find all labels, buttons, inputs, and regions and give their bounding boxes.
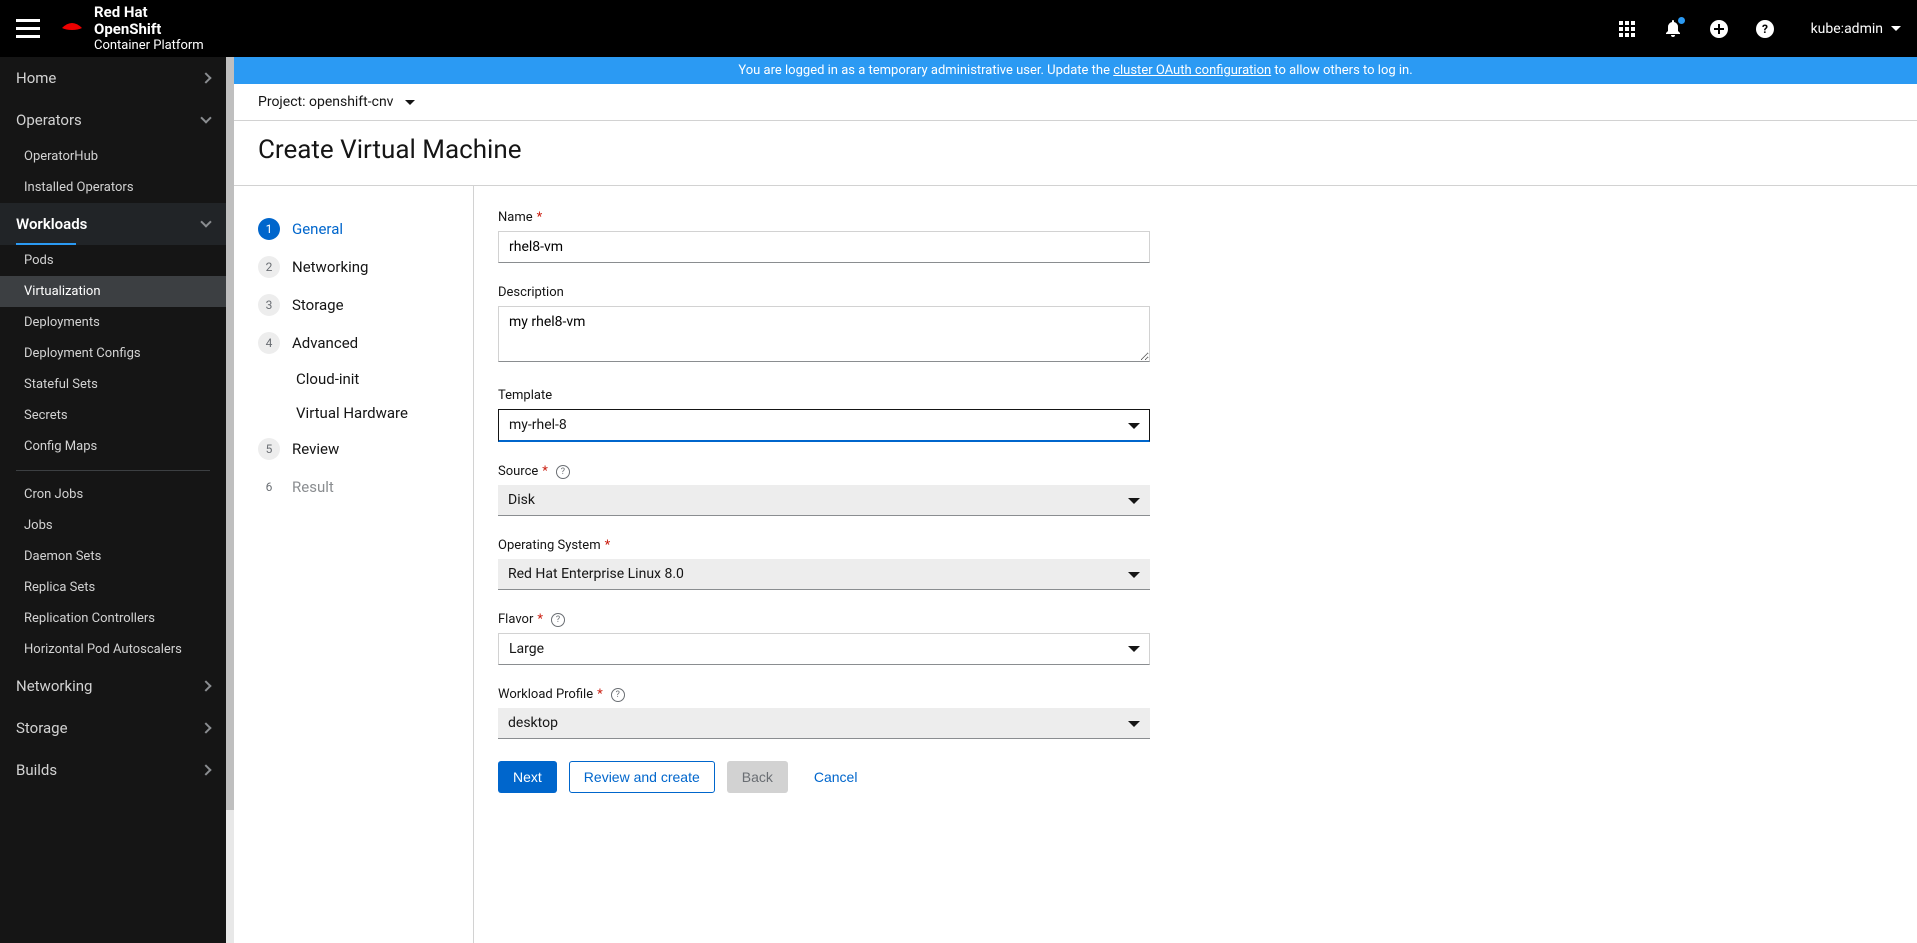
wizard-step-general[interactable]: 1 General <box>258 210 449 248</box>
user-name: kube:admin <box>1811 21 1883 37</box>
wizard-step-advanced[interactable]: 4 Advanced <box>258 324 449 362</box>
login-banner: You are logged in as a temporary adminis… <box>234 57 1917 84</box>
sidebar-item-deployments[interactable]: Deployments <box>0 307 226 338</box>
flavor-label: Flavor <box>498 612 533 627</box>
sidebar-item-cron-jobs[interactable]: Cron Jobs <box>0 479 226 510</box>
help-icon[interactable]: ? <box>611 688 625 702</box>
name-label: Name <box>498 210 533 225</box>
sidebar-item-replica-sets[interactable]: Replica Sets <box>0 572 226 603</box>
wizard-step-networking[interactable]: 2 Networking <box>258 248 449 286</box>
chevron-down-icon <box>1891 26 1901 31</box>
wizard-step-review[interactable]: 5 Review <box>258 430 449 468</box>
next-button[interactable]: Next <box>498 761 557 793</box>
sidebar-item-jobs[interactable]: Jobs <box>0 510 226 541</box>
template-select[interactable]: my-rhel-8 <box>498 409 1150 442</box>
wizard-step-result: 6 Result <box>258 468 449 506</box>
chevron-right-icon <box>200 722 211 733</box>
description-textarea[interactable] <box>498 306 1150 362</box>
sidebar: Home Operators OperatorHub Installed Ope… <box>0 57 226 943</box>
svg-text:?: ? <box>1762 22 1768 36</box>
sidebar-section-storage[interactable]: Storage <box>0 707 226 749</box>
cancel-button[interactable]: Cancel <box>800 762 872 792</box>
sidebar-item-config-maps[interactable]: Config Maps <box>0 431 226 462</box>
workload-label: Workload Profile <box>498 687 593 702</box>
wizard-nav: 1 General 2 Networking 3 Storage 4 Advan… <box>234 186 474 943</box>
main-content: You are logged in as a temporary adminis… <box>234 57 1917 943</box>
sidebar-item-hpa[interactable]: Horizontal Pod Autoscalers <box>0 634 226 665</box>
sidebar-section-networking[interactable]: Networking <box>0 665 226 707</box>
chevron-right-icon <box>200 680 211 691</box>
sidebar-section-operators[interactable]: Operators <box>0 99 226 141</box>
os-label: Operating System <box>498 538 601 553</box>
sidebar-divider <box>16 470 210 471</box>
sidebar-item-deployment-configs[interactable]: Deployment Configs <box>0 338 226 369</box>
user-menu[interactable]: kube:admin <box>1811 21 1901 37</box>
page-title: Create Virtual Machine <box>234 121 1917 186</box>
source-select[interactable]: Disk <box>498 485 1150 516</box>
chevron-right-icon <box>200 72 211 83</box>
help-icon[interactable]: ? <box>1755 19 1775 39</box>
description-label: Description <box>498 285 564 300</box>
chevron-right-icon <box>200 764 211 775</box>
brand-line3: Container Platform <box>94 39 204 53</box>
wizard-substep-virtual-hardware[interactable]: Virtual Hardware <box>258 396 449 430</box>
chevron-down-icon <box>200 112 211 123</box>
help-icon[interactable]: ? <box>556 465 570 479</box>
project-selector[interactable]: Project: openshift-cnv <box>234 84 1917 121</box>
sidebar-item-installed-operators[interactable]: Installed Operators <box>0 172 226 203</box>
sidebar-section-workloads[interactable]: Workloads <box>0 203 226 245</box>
sidebar-item-replication-controllers[interactable]: Replication Controllers <box>0 603 226 634</box>
sidebar-item-operatorhub[interactable]: OperatorHub <box>0 141 226 172</box>
hamburger-menu-button[interactable] <box>16 17 40 41</box>
template-label: Template <box>498 388 552 403</box>
chevron-down-icon <box>200 216 211 227</box>
wizard-substep-cloud-init[interactable]: Cloud-init <box>258 362 449 396</box>
brand-logo[interactable]: Red Hat OpenShift Container Platform <box>58 4 204 53</box>
sidebar-section-home[interactable]: Home <box>0 57 226 99</box>
back-button: Back <box>727 761 788 793</box>
os-select[interactable]: Red Hat Enterprise Linux 8.0 <box>498 559 1150 590</box>
notification-dot <box>1678 17 1685 24</box>
workload-select[interactable]: desktop <box>498 708 1150 739</box>
sidebar-section-builds[interactable]: Builds <box>0 749 226 791</box>
sidebar-scrollbar[interactable] <box>226 57 234 943</box>
flavor-select[interactable]: Large <box>498 633 1150 665</box>
source-label: Source <box>498 464 538 479</box>
brand-line2: OpenShift <box>94 20 161 38</box>
name-input[interactable] <box>498 231 1150 263</box>
oauth-config-link[interactable]: cluster OAuth configuration <box>1113 63 1271 78</box>
redhat-icon <box>58 18 86 38</box>
notifications-icon[interactable] <box>1663 19 1683 39</box>
sidebar-item-daemon-sets[interactable]: Daemon Sets <box>0 541 226 572</box>
sidebar-item-virtualization[interactable]: Virtualization <box>0 276 226 307</box>
add-icon[interactable] <box>1709 19 1729 39</box>
apps-grid-icon[interactable] <box>1617 19 1637 39</box>
help-icon[interactable]: ? <box>551 613 565 627</box>
sidebar-item-pods[interactable]: Pods <box>0 245 226 276</box>
review-and-create-button[interactable]: Review and create <box>569 761 715 793</box>
sidebar-item-secrets[interactable]: Secrets <box>0 400 226 431</box>
form-area: Name * Description Template my-rhel-8 So… <box>474 186 1174 943</box>
sidebar-item-stateful-sets[interactable]: Stateful Sets <box>0 369 226 400</box>
brand-line1: Red Hat <box>94 3 148 21</box>
chevron-down-icon <box>405 100 415 105</box>
wizard-step-storage[interactable]: 3 Storage <box>258 286 449 324</box>
top-bar: Red Hat OpenShift Container Platform ? k… <box>0 0 1917 57</box>
